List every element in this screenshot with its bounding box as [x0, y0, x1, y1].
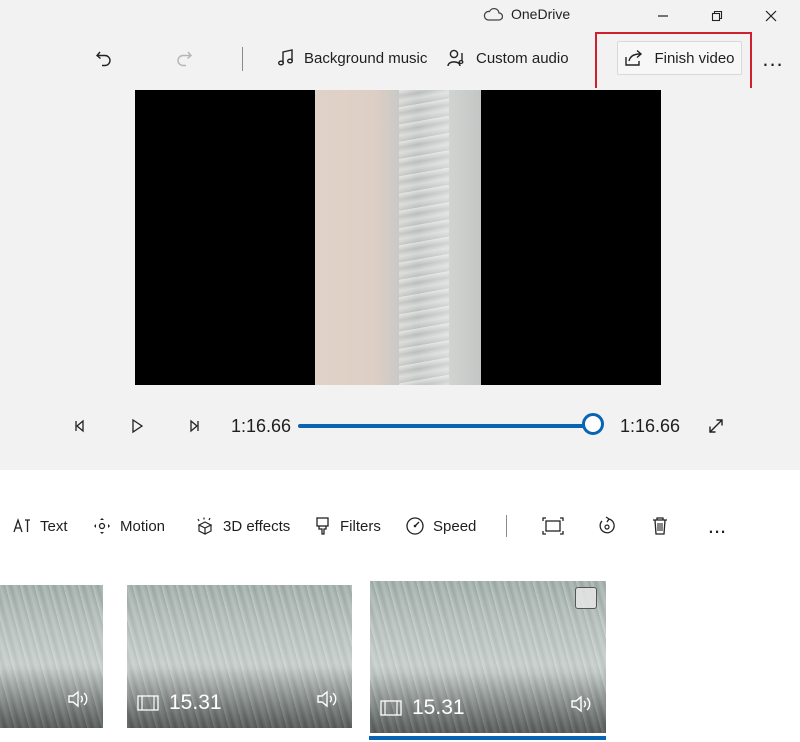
play-button[interactable] — [123, 412, 151, 440]
music-note-icon — [278, 49, 293, 66]
3d-effects-label: 3D effects — [223, 517, 291, 535]
previous-frame-button[interactable] — [66, 412, 94, 440]
clip-duration: 15.31 — [380, 696, 465, 720]
storyboard-separator — [506, 515, 507, 537]
redo-icon — [177, 51, 192, 67]
trash-icon — [653, 517, 667, 535]
window-title: OneDrive — [511, 6, 571, 22]
close-button[interactable] — [748, 0, 794, 32]
delete-button[interactable] — [646, 512, 674, 540]
clip-duration-text: 15.31 — [169, 691, 222, 714]
3d-effects-icon — [197, 517, 213, 535]
person-audio-icon — [447, 49, 464, 67]
speed-gauge-icon — [406, 517, 424, 535]
volume-icon[interactable] — [316, 689, 340, 714]
text-button[interactable]: Text — [12, 512, 68, 540]
step-back-icon — [75, 419, 84, 433]
next-frame-button[interactable] — [180, 412, 208, 440]
restore-button[interactable] — [694, 0, 740, 32]
filters-button[interactable]: Filters — [314, 512, 381, 540]
current-time: 1:16.66 — [231, 416, 292, 436]
more-options-label: ... — [762, 46, 784, 71]
undo-button[interactable] — [90, 40, 118, 76]
resize-button[interactable] — [539, 512, 567, 540]
undo-icon — [96, 51, 111, 67]
minimize-button[interactable] — [640, 0, 686, 32]
film-strip-icon — [380, 700, 402, 716]
scrubber-track[interactable] — [298, 424, 594, 428]
3d-effects-button[interactable]: 3D effects — [195, 512, 290, 540]
motion-icon — [94, 518, 110, 534]
rotate-button[interactable] — [593, 512, 621, 540]
filters-label: Filters — [340, 517, 381, 535]
text-icon — [13, 517, 30, 533]
motion-button[interactable]: Motion — [92, 512, 165, 540]
clip-3[interactable]: 15.31 — [370, 581, 606, 733]
video-preview — [135, 90, 661, 385]
play-icon — [132, 418, 144, 434]
more-options-button[interactable]: ... — [757, 45, 789, 73]
video-frame — [315, 90, 481, 385]
rotate-icon — [599, 516, 615, 534]
volume-icon[interactable] — [570, 694, 594, 719]
restore-icon — [711, 10, 723, 22]
motion-label: Motion — [120, 517, 166, 535]
close-icon — [765, 10, 777, 22]
speed-button[interactable]: Speed — [405, 512, 476, 540]
minimize-icon — [658, 15, 668, 17]
custom-audio-button[interactable]: Custom audio — [446, 40, 569, 76]
scrubber-thumb[interactable] — [582, 413, 604, 435]
step-forward-icon — [190, 419, 199, 433]
custom-audio-label: Custom audio — [476, 49, 569, 67]
background-music-label: Background music — [304, 49, 428, 67]
background-music-button[interactable]: Background music — [276, 40, 427, 76]
fullscreen-button[interactable] — [702, 412, 730, 440]
storyboard-more-button[interactable]: ... — [702, 512, 732, 540]
text-label: Text — [40, 517, 68, 535]
redo-button[interactable] — [170, 40, 198, 76]
expand-icon — [709, 419, 723, 433]
clip-select-checkbox[interactable] — [575, 587, 597, 609]
onedrive-cloud-icon — [483, 7, 503, 21]
clip-duration-text: 15.31 — [412, 696, 465, 719]
resize-frame-icon — [542, 517, 564, 535]
speed-label: Speed — [433, 517, 477, 535]
selected-clip-indicator — [369, 736, 606, 740]
storyboard-more-label: ... — [707, 513, 727, 538]
toolbar-separator — [242, 47, 243, 71]
total-time: 1:16.66 — [620, 416, 681, 436]
film-strip-icon — [137, 695, 159, 711]
clip-duration: 15.31 — [137, 691, 222, 715]
volume-icon[interactable] — [67, 689, 91, 714]
filters-brush-icon — [316, 517, 329, 535]
clip-2[interactable]: 15.31 — [127, 585, 352, 728]
clip-1[interactable] — [0, 585, 103, 728]
